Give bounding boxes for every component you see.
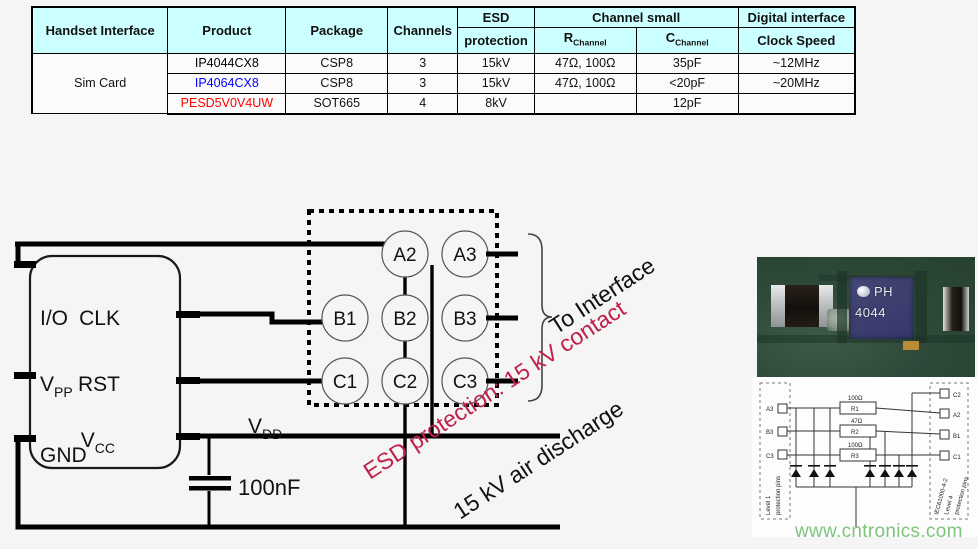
th-c-channel-sub: Channel — [675, 37, 709, 48]
td-esd: 15kV — [457, 52, 535, 74]
page-root: Handset Interface Product Package Channe… — [0, 0, 978, 549]
watermark: www.cntronics.com — [795, 521, 963, 542]
schem-label-a3: A3 — [766, 407, 774, 413]
protection-schematic-svg: A3 B3 C3 C2 A2 B1 C1 100Ω 47Ω 100Ω R1 R2… — [752, 377, 978, 537]
wire-clk-to-b1 — [196, 311, 325, 325]
th-product: Product — [167, 5, 287, 54]
th-r-channel-sub: Channel — [573, 37, 607, 48]
schem-label-c1: C1 — [953, 455, 961, 461]
td-esd: 15kV — [457, 72, 535, 94]
td-product: PESD5V0V4UW — [167, 92, 287, 115]
schem-label-c3: C3 — [766, 454, 774, 460]
chip-marking-line1: PH — [874, 284, 894, 299]
spec-table-container: Handset Interface Product Package Channe… — [31, 5, 856, 115]
td-product: IP4044CX8 — [167, 52, 287, 74]
pin-label-gnd: GND — [40, 444, 87, 467]
schem-label-a2: A2 — [953, 413, 961, 419]
td-package: CSP8 — [285, 52, 389, 74]
pad-a2 — [939, 408, 950, 419]
spec-table: Handset Interface Product Package Channe… — [31, 5, 856, 115]
th-digital-interface: Digital interface — [737, 6, 856, 28]
smd-component — [771, 285, 833, 327]
pcb-photo: PH 4044 — [757, 257, 975, 377]
th-package: Package — [285, 5, 389, 54]
schem-r1-value: 100Ω — [848, 396, 863, 402]
schem-label-b1: B1 — [953, 434, 961, 440]
td-clock-speed: ~12MHz — [737, 52, 856, 74]
pad-b1 — [939, 429, 950, 440]
td-clock-speed — [737, 92, 856, 115]
td-package: SOT665 — [285, 92, 389, 115]
net-label-vdd: VDD — [248, 415, 282, 442]
td-r-channel: 47Ω, 100Ω — [533, 72, 637, 94]
th-c-channel-main: C — [665, 30, 676, 45]
ball-label-b1: B1 — [333, 309, 356, 330]
pin-stub-vpp — [14, 372, 36, 379]
schem-r1-ref: R1 — [851, 407, 859, 413]
schem-label-b3: B3 — [766, 430, 774, 436]
pad-b3 — [777, 426, 788, 437]
td-product: IP4064CX8 — [167, 72, 287, 94]
th-clock-speed: Clock Speed — [737, 27, 856, 54]
th-handset-interface: Handset Interface — [31, 5, 169, 54]
td-c-channel: <20pF — [635, 72, 739, 94]
ball-label-c2: C2 — [393, 372, 417, 393]
pad-c1 — [939, 450, 950, 461]
schem-label-c2: C2 — [953, 393, 961, 399]
td-r-channel — [533, 92, 637, 115]
schem-r2-value: 47Ω — [851, 419, 863, 425]
td-r-channel: 47Ω, 100Ω — [533, 52, 637, 74]
td-channels: 4 — [387, 92, 459, 115]
th-esd-protection-line2: protection — [457, 27, 535, 54]
ball-label-b3: B3 — [453, 309, 476, 330]
table-row: Sim Card IP4044CX8 CSP8 3 15kV 47Ω, 100Ω… — [31, 52, 856, 115]
table-header-row-1: Handset Interface Product Package Channe… — [31, 5, 856, 54]
pad-c2 — [939, 388, 950, 399]
chip-package: PH 4044 — [849, 277, 914, 339]
th-channels: Channels — [387, 5, 459, 54]
protection-schematic: A3 B3 C3 C2 A2 B1 C1 100Ω 47Ω 100Ω R1 R2… — [752, 377, 978, 537]
ball-label-a2: A2 — [393, 245, 416, 266]
th-r-channel: RChannel — [533, 27, 637, 54]
pcb-trace — [915, 271, 927, 343]
schem-left-label-1: Level 1 — [766, 495, 772, 515]
td-clock-speed: ~20MHz — [737, 72, 856, 94]
pin-label-io: I/O — [40, 307, 68, 330]
ball-label-a3: A3 — [453, 245, 476, 266]
schem-left-label-2: protection pins — [776, 476, 782, 515]
chip-marking-line2: 4044 — [855, 305, 886, 320]
capacitor-plate-bottom — [189, 486, 231, 491]
cap-value-label: 100nF — [238, 475, 300, 500]
td-package: CSP8 — [285, 72, 389, 94]
td-c-channel: 12pF — [635, 92, 739, 115]
chip-pin1-dot — [857, 286, 870, 297]
schem-r2-ref: R2 — [851, 430, 859, 436]
pin-label-rst: RST — [78, 373, 120, 396]
td-channels: 3 — [387, 72, 459, 94]
pad-a3 — [777, 403, 788, 414]
schem-r3-ref: R3 — [851, 454, 859, 460]
th-c-channel: CChannel — [635, 27, 739, 54]
pin-label-clk: CLK — [79, 307, 120, 330]
th-r-channel-main: R — [563, 30, 574, 45]
td-sim-card-group: Sim Card — [31, 52, 169, 115]
sim-card-block — [28, 254, 182, 470]
th-channel-small: Channel small — [533, 6, 739, 28]
ball-label-c1: C1 — [333, 372, 357, 393]
td-esd: 8kV — [457, 92, 535, 115]
capacitor-plate-top — [189, 476, 231, 481]
smd-terminal-left — [771, 285, 785, 327]
th-esd-protection-line1: ESD — [457, 6, 535, 28]
ball-label-b2: B2 — [393, 309, 416, 330]
schem-r3-value: 100Ω — [848, 443, 863, 449]
td-c-channel: 35pF — [635, 52, 739, 74]
smd-component — [943, 287, 969, 331]
pcb-pad — [903, 341, 919, 350]
pcb-trace — [837, 271, 847, 343]
pad-c3 — [777, 449, 788, 460]
td-channels: 3 — [387, 52, 459, 74]
